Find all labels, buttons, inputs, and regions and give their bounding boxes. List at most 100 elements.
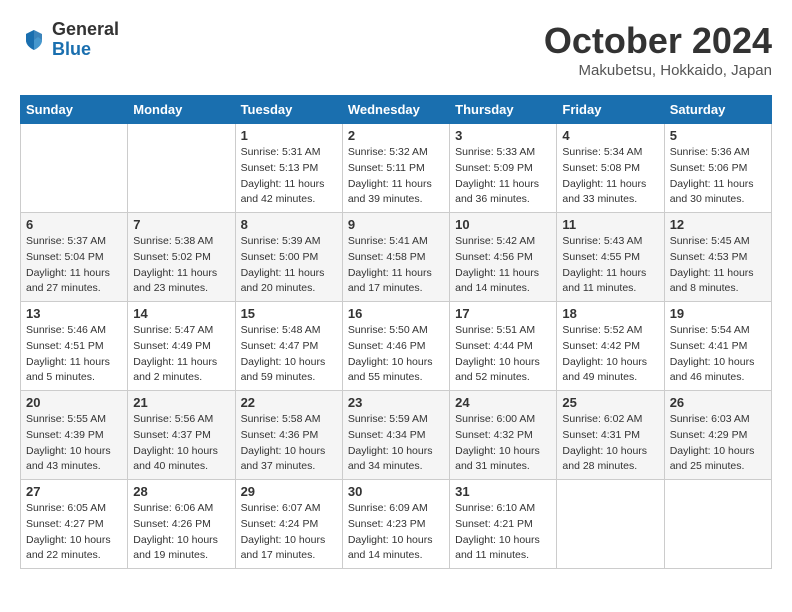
day-cell: 13 Sunrise: 5:46 AMSunset: 4:51 PMDayligh… bbox=[21, 302, 128, 391]
day-info: Sunrise: 6:07 AMSunset: 4:24 PMDaylight:… bbox=[241, 501, 337, 564]
day-number: 1 bbox=[241, 128, 337, 143]
day-cell: 26 Sunrise: 6:03 AMSunset: 4:29 PMDayligh… bbox=[664, 391, 771, 480]
day-number: 12 bbox=[670, 217, 766, 232]
day-info: Sunrise: 5:45 AMSunset: 4:53 PMDaylight:… bbox=[670, 234, 766, 297]
day-number: 31 bbox=[455, 484, 551, 499]
day-number: 3 bbox=[455, 128, 551, 143]
week-row-4: 20Sunrise: 5:55 AMSunset: 4:39 PMDayligh… bbox=[21, 391, 772, 480]
column-header-wednesday: Wednesday bbox=[342, 96, 449, 124]
day-info: Sunrise: 5:38 AMSunset: 5:02 PMDaylight:… bbox=[133, 234, 229, 297]
column-header-thursday: Thursday bbox=[450, 96, 557, 124]
logo-general: General bbox=[52, 20, 119, 40]
day-info: Sunrise: 5:51 AMSunset: 4:44 PMDaylight:… bbox=[455, 323, 551, 386]
day-cell: 23 Sunrise: 5:59 AMSunset: 4:34 PMDayligh… bbox=[342, 391, 449, 480]
day-number: 29 bbox=[241, 484, 337, 499]
day-number: 23 bbox=[348, 395, 444, 410]
day-cell: 24 Sunrise: 6:00 AMSunset: 4:32 PMDayligh… bbox=[450, 391, 557, 480]
day-info: Sunrise: 5:52 AMSunset: 4:42 PMDaylight:… bbox=[562, 323, 658, 386]
day-number: 17 bbox=[455, 306, 551, 321]
day-cell: 17 Sunrise: 5:51 AMSunset: 4:44 PMDayligh… bbox=[450, 302, 557, 391]
week-row-2: 6 Sunrise: 5:37 AMSunset: 5:04 PMDaylight… bbox=[21, 213, 772, 302]
day-cell: 16Sunrise: 5:50 AMSunset: 4:46 PMDayligh… bbox=[342, 302, 449, 391]
day-info: Sunrise: 5:54 AMSunset: 4:41 PMDaylight:… bbox=[670, 323, 766, 386]
title-block: October 2024 Makubetsu, Hokkaido, Japan bbox=[544, 20, 772, 79]
column-header-tuesday: Tuesday bbox=[235, 96, 342, 124]
day-info: Sunrise: 5:50 AMSunset: 4:46 PMDaylight:… bbox=[348, 323, 444, 386]
day-cell: 6 Sunrise: 5:37 AMSunset: 5:04 PMDaylight… bbox=[21, 213, 128, 302]
day-number: 11 bbox=[562, 217, 658, 232]
day-cell: 15 Sunrise: 5:48 AMSunset: 4:47 PMDayligh… bbox=[235, 302, 342, 391]
day-cell: 21Sunrise: 5:56 AMSunset: 4:37 PMDayligh… bbox=[128, 391, 235, 480]
day-info: Sunrise: 5:31 AMSunset: 5:13 PMDaylight:… bbox=[241, 145, 337, 208]
day-info: Sunrise: 6:06 AMSunset: 4:26 PMDaylight:… bbox=[133, 501, 229, 564]
day-cell bbox=[21, 124, 128, 213]
day-cell: 2 Sunrise: 5:32 AMSunset: 5:11 PMDaylight… bbox=[342, 124, 449, 213]
week-row-1: 1 Sunrise: 5:31 AMSunset: 5:13 PMDaylight… bbox=[21, 124, 772, 213]
day-cell: 19 Sunrise: 5:54 AMSunset: 4:41 PMDayligh… bbox=[664, 302, 771, 391]
day-info: Sunrise: 5:43 AMSunset: 4:55 PMDaylight:… bbox=[562, 234, 658, 297]
day-info: Sunrise: 5:59 AMSunset: 4:34 PMDaylight:… bbox=[348, 412, 444, 475]
day-number: 15 bbox=[241, 306, 337, 321]
day-info: Sunrise: 5:32 AMSunset: 5:11 PMDaylight:… bbox=[348, 145, 444, 208]
day-number: 25 bbox=[562, 395, 658, 410]
day-info: Sunrise: 5:41 AMSunset: 4:58 PMDaylight:… bbox=[348, 234, 444, 297]
day-cell: 4 Sunrise: 5:34 AMSunset: 5:08 PMDaylight… bbox=[557, 124, 664, 213]
column-header-friday: Friday bbox=[557, 96, 664, 124]
column-header-saturday: Saturday bbox=[664, 96, 771, 124]
day-info: Sunrise: 5:42 AMSunset: 4:56 PMDaylight:… bbox=[455, 234, 551, 297]
day-cell: 9Sunrise: 5:41 AMSunset: 4:58 PMDaylight… bbox=[342, 213, 449, 302]
day-info: Sunrise: 5:56 AMSunset: 4:37 PMDaylight:… bbox=[133, 412, 229, 475]
day-cell: 8Sunrise: 5:39 AMSunset: 5:00 PMDaylight… bbox=[235, 213, 342, 302]
day-number: 6 bbox=[26, 217, 122, 232]
week-row-3: 13 Sunrise: 5:46 AMSunset: 4:51 PMDayligh… bbox=[21, 302, 772, 391]
day-number: 28 bbox=[133, 484, 229, 499]
day-info: Sunrise: 6:09 AMSunset: 4:23 PMDaylight:… bbox=[348, 501, 444, 564]
day-cell: 14 Sunrise: 5:47 AMSunset: 4:49 PMDayligh… bbox=[128, 302, 235, 391]
logo: General Blue bbox=[20, 20, 119, 60]
month-title: October 2024 bbox=[544, 20, 772, 62]
day-number: 18 bbox=[562, 306, 658, 321]
day-info: Sunrise: 5:55 AMSunset: 4:39 PMDaylight:… bbox=[26, 412, 122, 475]
logo-text: General Blue bbox=[52, 20, 119, 60]
day-number: 26 bbox=[670, 395, 766, 410]
day-info: Sunrise: 5:46 AMSunset: 4:51 PMDaylight:… bbox=[26, 323, 122, 386]
day-cell: 18 Sunrise: 5:52 AMSunset: 4:42 PMDayligh… bbox=[557, 302, 664, 391]
day-number: 19 bbox=[670, 306, 766, 321]
day-cell: 1 Sunrise: 5:31 AMSunset: 5:13 PMDaylight… bbox=[235, 124, 342, 213]
day-info: Sunrise: 6:00 AMSunset: 4:32 PMDaylight:… bbox=[455, 412, 551, 475]
day-info: Sunrise: 5:37 AMSunset: 5:04 PMDaylight:… bbox=[26, 234, 122, 297]
day-info: Sunrise: 6:03 AMSunset: 4:29 PMDaylight:… bbox=[670, 412, 766, 475]
column-header-sunday: Sunday bbox=[21, 96, 128, 124]
day-number: 27 bbox=[26, 484, 122, 499]
day-info: Sunrise: 6:10 AMSunset: 4:21 PMDaylight:… bbox=[455, 501, 551, 564]
day-number: 4 bbox=[562, 128, 658, 143]
day-cell bbox=[128, 124, 235, 213]
day-info: Sunrise: 5:33 AMSunset: 5:09 PMDaylight:… bbox=[455, 145, 551, 208]
day-cell: 31 Sunrise: 6:10 AMSunset: 4:21 PMDayligh… bbox=[450, 480, 557, 569]
day-number: 13 bbox=[26, 306, 122, 321]
day-number: 14 bbox=[133, 306, 229, 321]
day-cell: 3 Sunrise: 5:33 AMSunset: 5:09 PMDaylight… bbox=[450, 124, 557, 213]
day-number: 22 bbox=[241, 395, 337, 410]
day-cell: 28 Sunrise: 6:06 AMSunset: 4:26 PMDayligh… bbox=[128, 480, 235, 569]
day-cell: 10 Sunrise: 5:42 AMSunset: 4:56 PMDayligh… bbox=[450, 213, 557, 302]
day-info: Sunrise: 5:34 AMSunset: 5:08 PMDaylight:… bbox=[562, 145, 658, 208]
day-info: Sunrise: 6:02 AMSunset: 4:31 PMDaylight:… bbox=[562, 412, 658, 475]
day-cell: 7 Sunrise: 5:38 AMSunset: 5:02 PMDaylight… bbox=[128, 213, 235, 302]
day-cell: 20Sunrise: 5:55 AMSunset: 4:39 PMDayligh… bbox=[21, 391, 128, 480]
day-number: 5 bbox=[670, 128, 766, 143]
day-info: Sunrise: 5:47 AMSunset: 4:49 PMDaylight:… bbox=[133, 323, 229, 386]
day-cell: 25 Sunrise: 6:02 AMSunset: 4:31 PMDayligh… bbox=[557, 391, 664, 480]
day-number: 24 bbox=[455, 395, 551, 410]
day-number: 7 bbox=[133, 217, 229, 232]
day-cell: 27Sunrise: 6:05 AMSunset: 4:27 PMDayligh… bbox=[21, 480, 128, 569]
day-cell: 29 Sunrise: 6:07 AMSunset: 4:24 PMDayligh… bbox=[235, 480, 342, 569]
day-number: 10 bbox=[455, 217, 551, 232]
location: Makubetsu, Hokkaido, Japan bbox=[544, 62, 772, 79]
day-number: 8 bbox=[241, 217, 337, 232]
day-info: Sunrise: 5:48 AMSunset: 4:47 PMDaylight:… bbox=[241, 323, 337, 386]
day-number: 2 bbox=[348, 128, 444, 143]
column-header-monday: Monday bbox=[128, 96, 235, 124]
day-cell: 22Sunrise: 5:58 AMSunset: 4:36 PMDayligh… bbox=[235, 391, 342, 480]
day-cell: 11 Sunrise: 5:43 AMSunset: 4:55 PMDayligh… bbox=[557, 213, 664, 302]
